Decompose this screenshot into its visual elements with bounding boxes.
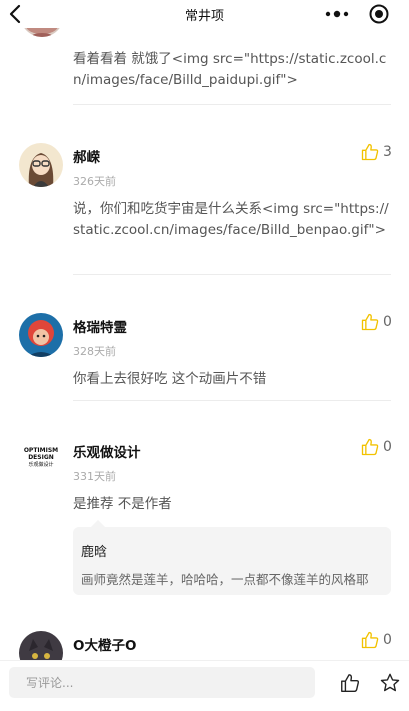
star-icon	[380, 673, 400, 692]
bottom-comment-bar	[0, 660, 409, 711]
comment-feed[interactable]: 看着看着 就饿了<img src="https://static.zcool.c…	[0, 0, 409, 660]
divider	[73, 400, 391, 401]
comment-text: 看着看着 就饿了<img src="https://static.zcool.c…	[73, 51, 387, 88]
username[interactable]: 格瑞特霊	[73, 316, 127, 336]
like-button[interactable]: 3	[360, 142, 400, 164]
thumbs-up-icon	[341, 674, 360, 692]
close-button[interactable]	[368, 3, 390, 25]
avatar-logo-text: DESIGN	[28, 454, 54, 461]
comment-text: 说，你们和吃货宇宙是什么关系<img src="https://static.z…	[73, 201, 389, 238]
like-button[interactable]: 0	[360, 630, 400, 652]
thumbs-up-icon	[361, 143, 379, 161]
reply-box[interactable]: 鹿晗 画师竟然是莲羊，哈哈哈，一点都不像莲羊的风格耶	[73, 520, 391, 595]
like-count: 0	[383, 439, 392, 455]
timestamp: 326天前	[73, 175, 116, 188]
thumbs-up-icon	[361, 631, 379, 649]
thumbs-up-icon	[361, 313, 379, 331]
more-button[interactable]	[324, 4, 350, 24]
timestamp: 328天前	[73, 345, 116, 358]
avatar-logo-text: 乐观做设计	[28, 462, 54, 468]
comment-text: 你看上去很好吃 这个动画片不错	[73, 371, 267, 387]
username[interactable]: 郝嵘	[73, 146, 100, 166]
like-button[interactable]: 0	[360, 312, 400, 334]
thumbs-up-icon	[361, 438, 379, 456]
comment-text: 是推荐 不是作者	[73, 496, 172, 512]
divider	[73, 274, 391, 275]
more-dots-icon	[325, 10, 349, 18]
reply-author[interactable]: 鹿晗	[81, 541, 107, 560]
avatar[interactable]	[19, 313, 63, 357]
avatar[interactable]: OPTIMISM DESIGN 乐观做设计	[19, 438, 63, 482]
like-button[interactable]: 0	[360, 437, 400, 459]
favorite-button[interactable]	[379, 672, 401, 694]
like-button[interactable]	[339, 672, 361, 694]
like-count: 0	[383, 632, 392, 648]
target-circle-icon	[369, 4, 389, 24]
username[interactable]: 乐观做设计	[73, 441, 141, 461]
avatar-logo-text: OPTIMISM	[23, 447, 59, 454]
reply-text: 画师竟然是莲羊，哈哈哈，一点都不像莲羊的风格耶	[81, 572, 369, 587]
avatar[interactable]	[19, 143, 63, 187]
top-nav-bar: 常井项	[0, 0, 409, 28]
like-count: 3	[383, 144, 392, 160]
timestamp: 331天前	[73, 470, 116, 483]
like-count: 0	[383, 314, 392, 330]
avatar[interactable]	[19, 631, 63, 660]
comment-input[interactable]	[9, 667, 315, 698]
username[interactable]: O大橙子O	[73, 634, 136, 654]
divider	[73, 104, 391, 105]
